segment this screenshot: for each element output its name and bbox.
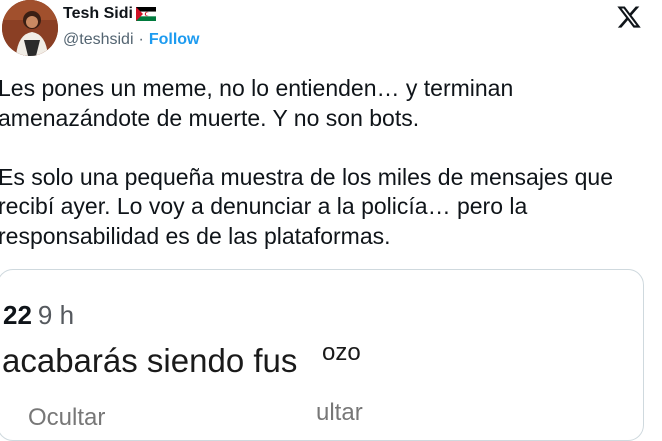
tweet-text: Les pones un meme, no lo entienden… y te…: [0, 74, 658, 251]
screenshot-message: acabarás siendo fus: [2, 342, 298, 379]
screenshot-hide-label: Ocultar: [28, 404, 106, 431]
author-handle[interactable]: @teshsidi: [63, 31, 134, 49]
author-display-name[interactable]: Tesh Sidi: [63, 5, 133, 23]
screenshot-time-ago: 9 h: [37, 300, 75, 330]
screenshot-timestamp: 22 9 h: [3, 300, 74, 331]
avatar[interactable]: [2, 0, 58, 56]
screenshot-overlay-text: ozo: [320, 339, 363, 366]
tweet-paragraph: Es solo una pequeña muestra de los miles…: [0, 163, 613, 249]
x-logo-icon[interactable]: [616, 4, 642, 30]
tweet-paragraph: Les pones un meme, no lo entienden… y te…: [0, 75, 514, 131]
avatar-photo: [2, 0, 58, 56]
screenshot-hide-label-partial: ultar: [316, 399, 363, 426]
follow-button[interactable]: Follow: [149, 31, 200, 49]
author-handle-row: @teshsidi · Follow: [63, 31, 199, 49]
screenshot-count: 22: [3, 300, 32, 330]
author-name-row: Tesh Sidi: [63, 5, 156, 23]
separator-dot: ·: [138, 31, 144, 48]
western-sahara-flag-icon: [135, 7, 156, 21]
media-card[interactable]: 22 9 h acabarás siendo fus ozo Ocultar ul…: [0, 269, 644, 441]
